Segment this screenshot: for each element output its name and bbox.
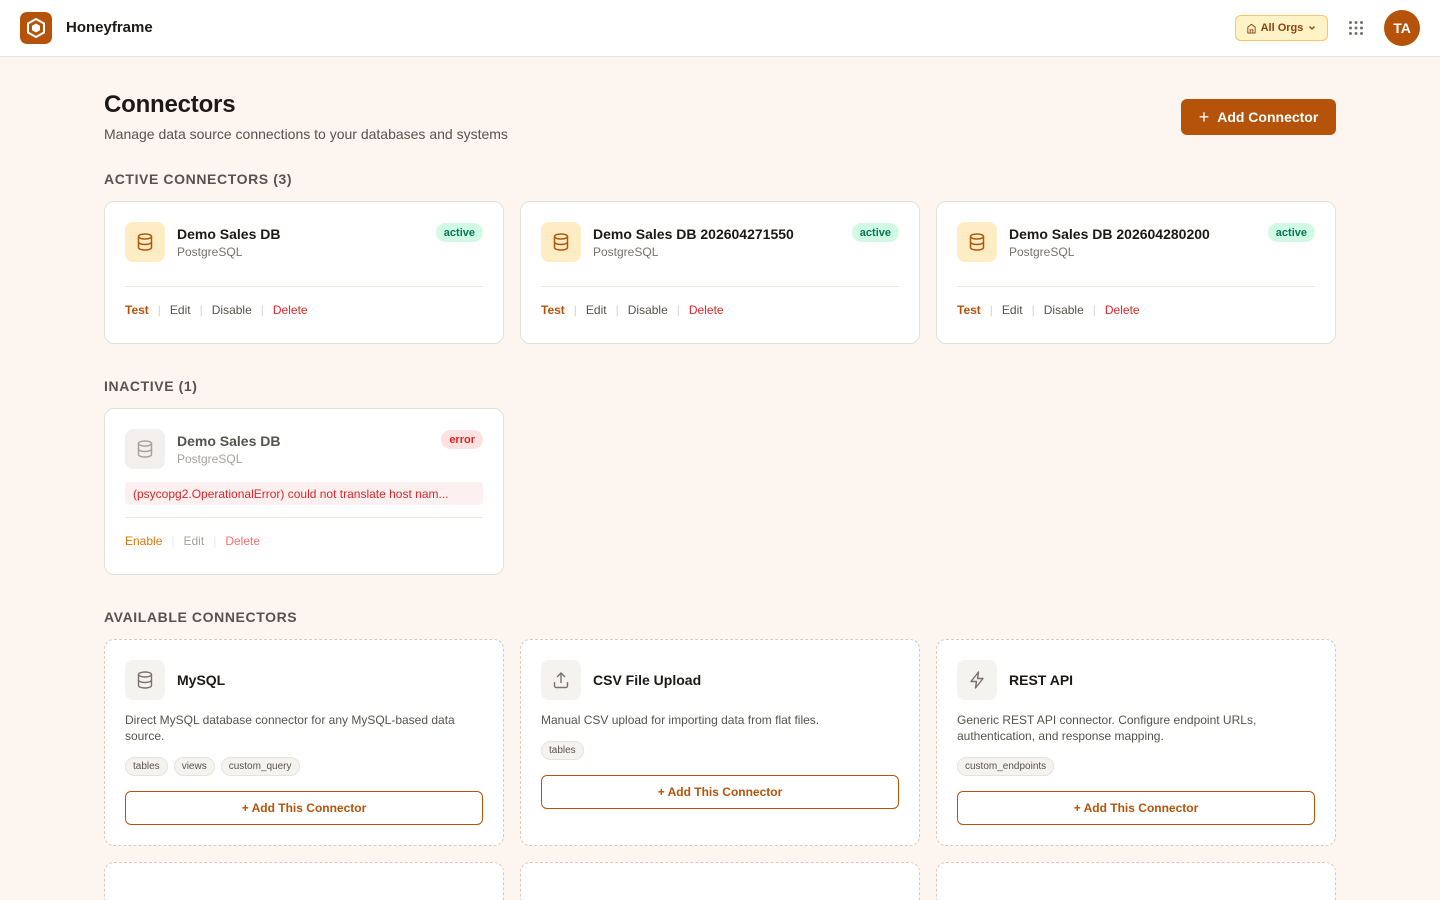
connector-name: Demo Sales DB 202604271550 <box>593 226 794 242</box>
delete-link[interactable]: Delete <box>273 303 308 317</box>
capability-tags: custom_endpoints <box>957 757 1055 776</box>
tag: custom_endpoints <box>957 757 1055 776</box>
status-badge: active <box>1267 223 1315 242</box>
disable-link[interactable]: Disable <box>628 303 668 317</box>
edit-link[interactable]: Edit <box>1002 303 1023 317</box>
error-message: (psycopg2.OperationalError) could not tr… <box>125 482 483 505</box>
connector-actions: Test | Edit | Disable | Delete <box>125 303 308 317</box>
chevron-down-icon <box>1309 26 1316 30</box>
connector-name: CSV File Upload <box>593 672 702 688</box>
inactive-section-title: INACTIVE (1) <box>104 378 198 394</box>
add-this-connector-button[interactable]: + Add This Connector <box>957 791 1315 825</box>
tag: views <box>173 757 215 776</box>
active-section-title: ACTIVE CONNECTORS (3) <box>104 171 293 187</box>
lightning-icon <box>957 660 997 700</box>
status-badge: active <box>851 223 899 242</box>
plus-icon: + <box>1198 107 1210 127</box>
connector-actions: Enable | Edit | Delete <box>125 534 260 548</box>
tag: tables <box>125 757 168 776</box>
add-this-connector-button[interactable]: + Add This Connector <box>125 791 483 825</box>
available-section-title: AVAILABLE CONNECTORS <box>104 609 298 625</box>
org-selector-label: All Orgs <box>1260 22 1304 34</box>
connector-actions: Test | Edit | Disable | Delete <box>541 303 724 317</box>
available-connector-card-partial <box>104 862 504 900</box>
connector-name: Demo Sales DB <box>177 226 281 242</box>
edit-link[interactable]: Edit <box>184 534 205 548</box>
active-connector-card: Demo Sales DB 202604280200 PostgreSQL ac… <box>936 201 1336 344</box>
available-connector-card: MySQL Direct MySQL database connector fo… <box>104 639 504 846</box>
user-avatar[interactable]: TA <box>1384 10 1420 46</box>
brand-name: Honeyframe <box>66 19 153 36</box>
connector-name: MySQL <box>177 672 226 688</box>
inactive-connector-card: Demo Sales DB PostgreSQL error (psycopg2… <box>104 408 504 575</box>
page-title: Connectors <box>104 91 236 118</box>
capability-tags: tables <box>541 741 584 760</box>
database-icon <box>125 429 165 469</box>
connector-name: Demo Sales DB <box>177 433 281 449</box>
available-connector-card-partial <box>520 862 920 900</box>
tag: custom_query <box>220 757 300 776</box>
upload-icon <box>541 660 581 700</box>
org-selector[interactable]: All Orgs <box>1235 15 1328 41</box>
database-icon <box>957 222 997 262</box>
available-connector-card: REST API Generic REST API connector. Con… <box>936 639 1336 846</box>
building-icon <box>1246 23 1256 34</box>
top-bar: Honeyframe All Orgs TA <box>0 0 1440 57</box>
available-connector-card-partial <box>936 862 1336 900</box>
delete-link[interactable]: Delete <box>1105 303 1140 317</box>
tag: tables <box>541 741 584 760</box>
capability-tags: tables views custom_query <box>125 757 300 776</box>
database-icon <box>541 222 581 262</box>
divider <box>541 286 899 287</box>
test-link[interactable]: Test <box>125 303 149 317</box>
disable-link[interactable]: Disable <box>212 303 252 317</box>
page-subtitle: Manage data source connections to your d… <box>104 126 508 142</box>
add-connector-button[interactable]: + Add Connector <box>1181 99 1336 135</box>
edit-link[interactable]: Edit <box>586 303 607 317</box>
connector-name: REST API <box>1009 672 1074 688</box>
connector-type: PostgreSQL <box>1009 245 1075 259</box>
add-this-connector-button[interactable]: + Add This Connector <box>541 775 899 809</box>
test-link[interactable]: Test <box>541 303 565 317</box>
divider <box>125 286 483 287</box>
enable-link[interactable]: Enable <box>125 534 162 548</box>
connector-description: Direct MySQL database connector for any … <box>125 713 455 743</box>
database-icon <box>125 222 165 262</box>
active-connector-card: Demo Sales DB PostgreSQL active Test | Ed… <box>104 201 504 344</box>
connector-actions: Test | Edit | Disable | Delete <box>957 303 1140 317</box>
connector-description: Manual CSV upload for importing data fro… <box>541 713 820 727</box>
add-connector-label: Add Connector <box>1217 109 1319 125</box>
delete-link[interactable]: Delete <box>689 303 724 317</box>
available-connector-card: CSV File Upload Manual CSV upload for im… <box>520 639 920 846</box>
connector-description: Generic REST API connector. Configure en… <box>957 713 1257 743</box>
status-badge: error <box>441 430 483 449</box>
edit-link[interactable]: Edit <box>170 303 191 317</box>
connector-type: PostgreSQL <box>593 245 659 259</box>
database-icon <box>125 660 165 700</box>
active-connector-card: Demo Sales DB 202604271550 PostgreSQL ac… <box>520 201 920 344</box>
disable-link[interactable]: Disable <box>1044 303 1084 317</box>
divider <box>125 517 483 518</box>
divider <box>957 286 1315 287</box>
honeyframe-logo-icon[interactable] <box>20 12 52 44</box>
connector-name: Demo Sales DB 202604280200 <box>1009 226 1210 242</box>
connector-type: PostgreSQL <box>177 452 243 466</box>
test-link[interactable]: Test <box>957 303 981 317</box>
status-badge: active <box>435 223 483 242</box>
delete-link[interactable]: Delete <box>225 534 260 548</box>
apps-grid-icon[interactable] <box>1346 18 1366 38</box>
connector-type: PostgreSQL <box>177 245 243 259</box>
